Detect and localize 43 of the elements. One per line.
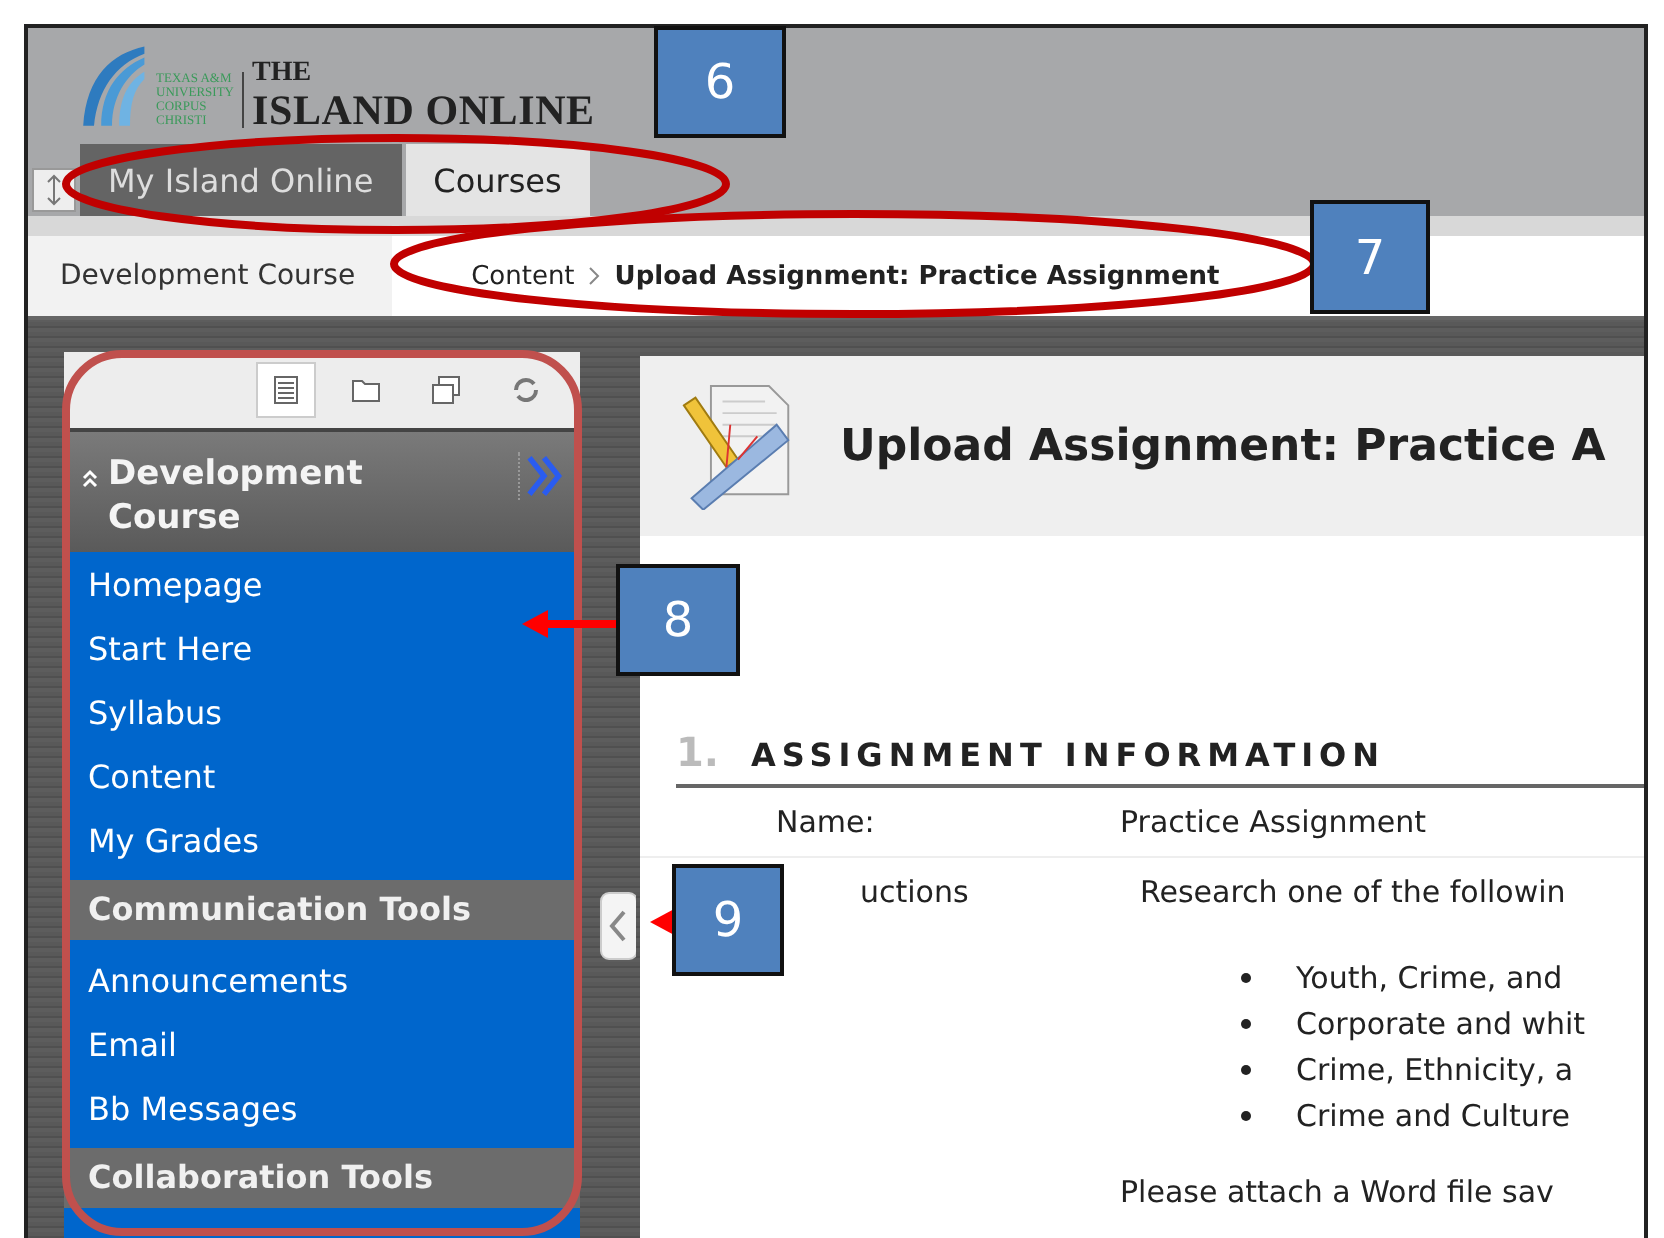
course-title: Development Course (108, 452, 365, 540)
menu-link[interactable]: Start Here (88, 629, 253, 667)
menu-link[interactable]: Syllabus (88, 693, 222, 731)
callout-number: 9 (672, 864, 784, 976)
menu-link[interactable]: Bb Messages (88, 1089, 298, 1127)
field-label: Name: (776, 804, 877, 840)
bullet-icon (1240, 1063, 1252, 1075)
callout-number: 8 (616, 564, 740, 676)
chevron-right-icon (588, 266, 601, 286)
site-title: ISLAND ONLINE (252, 88, 595, 132)
page-title: Upload Assignment: Practice A (840, 421, 1606, 471)
field-value: Practice Assignment (1120, 804, 1426, 840)
collapse-handle-icon[interactable] (600, 892, 636, 960)
breadcrumb-item: Upload Assignment: Practice Assignment (614, 261, 1220, 291)
nav-tab[interactable]: My Island Online (80, 144, 402, 216)
menu-heading: Collaboration Tools (64, 1148, 580, 1208)
collapse-up-icon[interactable] (80, 468, 100, 488)
menu-link[interactable]: Content (88, 757, 216, 795)
field-label: uctions (858, 874, 971, 910)
list-item: Corporate and whit (1296, 1005, 1586, 1041)
list-item: Youth, Crime, and (1296, 959, 1563, 995)
menu-link[interactable]: Announcements (88, 961, 349, 999)
callout-number: 6 (654, 26, 786, 138)
arrow (522, 610, 616, 638)
course-name-link[interactable]: Development Course (28, 236, 392, 316)
section-title: ASSIGNMENT INFORMATION (751, 736, 1386, 774)
menu-link[interactable]: Email (88, 1025, 177, 1063)
list-view-icon[interactable] (256, 362, 316, 418)
breadcrumb-item[interactable]: Content (471, 261, 575, 291)
menu-heading: Communication Tools (64, 880, 580, 940)
site-title-small: THE (252, 60, 314, 88)
bullet-icon (1240, 1109, 1252, 1121)
section-number: 1. (676, 728, 720, 776)
list-item: Crime, Ethnicity, a (1296, 1051, 1574, 1087)
field-value: Research one of the followin (1138, 874, 1566, 910)
callout-number: 7 (1310, 200, 1430, 314)
instructions-text: Please attach a Word file sav (1118, 1172, 1556, 1210)
nav-tab[interactable]: Courses (405, 144, 590, 216)
bullet-icon (1240, 971, 1252, 983)
bullet-icon (1240, 1017, 1252, 1029)
list-item: Crime and Culture (1296, 1097, 1571, 1133)
menu-link[interactable]: Homepage (88, 565, 263, 603)
menu-link[interactable]: My Grades (88, 821, 259, 859)
